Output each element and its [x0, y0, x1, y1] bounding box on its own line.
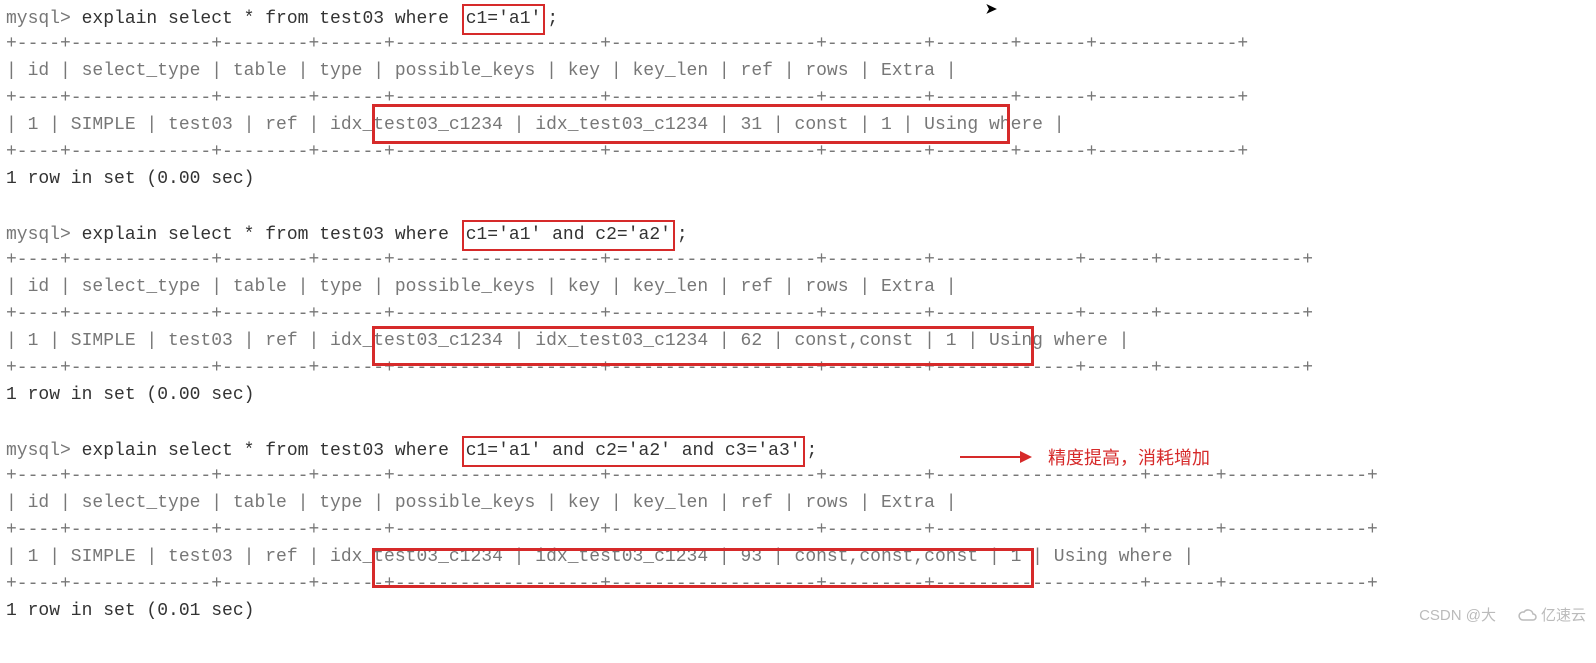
cmd-prefix: explain select * from test03 where [71, 9, 460, 29]
table-separator: +----+-------------+--------+------+----… [6, 31, 1590, 58]
table-header: | id | select_type | table | type | poss… [6, 58, 1590, 85]
table-separator: +----+-------------+--------+------+----… [6, 355, 1590, 382]
annotation: 精度提高，消耗增加 [960, 444, 1210, 470]
watermark-yisu-text: 亿速云 [1541, 604, 1586, 625]
annotation-text: 精度提高，消耗增加 [1048, 444, 1210, 470]
table-row: | 1 | SIMPLE | test03 | ref | idx_test03… [6, 544, 1590, 571]
table-separator: +----+-------------+--------+------+----… [6, 517, 1590, 544]
table-separator: +----+-------------+--------+------+----… [6, 301, 1590, 328]
table-row: | 1 | SIMPLE | test03 | ref | idx_test03… [6, 112, 1590, 139]
sql-command-line: mysql> explain select * from test03 wher… [6, 220, 1590, 247]
table-header: | id | select_type | table | type | poss… [6, 274, 1590, 301]
table-separator: +----+-------------+--------+------+----… [6, 139, 1590, 166]
cmd-suffix: ; [677, 225, 688, 245]
table-separator: +----+-------------+--------+------+----… [6, 463, 1590, 490]
sql-command-line: mysql> explain select * from test03 wher… [6, 4, 1590, 31]
sql-command-line: mysql> explain select * from test03 wher… [6, 436, 1590, 463]
table-separator: +----+-------------+--------+------+----… [6, 571, 1590, 598]
result-footer: 1 row in set (0.01 sec) [6, 598, 1590, 625]
cmd-suffix: ; [547, 9, 558, 29]
table-row: | 1 | SIMPLE | test03 | ref | idx_test03… [6, 328, 1590, 355]
result-footer: 1 row in set (0.00 sec) [6, 166, 1590, 193]
table-separator: +----+-------------+--------+------+----… [6, 85, 1590, 112]
query-block: mysql> explain select * from test03 wher… [6, 220, 1590, 436]
prompt: mysql> [6, 225, 71, 245]
blank-line [6, 193, 1590, 220]
cloud-icon [1517, 608, 1537, 622]
arrow-right-icon [960, 456, 1030, 458]
query-block: mysql> explain select * from test03 wher… [6, 4, 1590, 220]
query-block: mysql> explain select * from test03 wher… [6, 436, 1590, 625]
watermark-csdn: CSDN @大 [1419, 604, 1496, 625]
table-header: | id | select_type | table | type | poss… [6, 490, 1590, 517]
cmd-prefix: explain select * from test03 where [71, 225, 460, 245]
cmd-prefix: explain select * from test03 where [71, 441, 460, 461]
prompt: mysql> [6, 441, 71, 461]
blank-line [6, 409, 1590, 436]
cmd-suffix: ; [807, 441, 818, 461]
prompt: mysql> [6, 9, 71, 29]
result-footer: 1 row in set (0.00 sec) [6, 382, 1590, 409]
watermark-yisu: 亿速云 [1517, 604, 1586, 625]
table-separator: +----+-------------+--------+------+----… [6, 247, 1590, 274]
